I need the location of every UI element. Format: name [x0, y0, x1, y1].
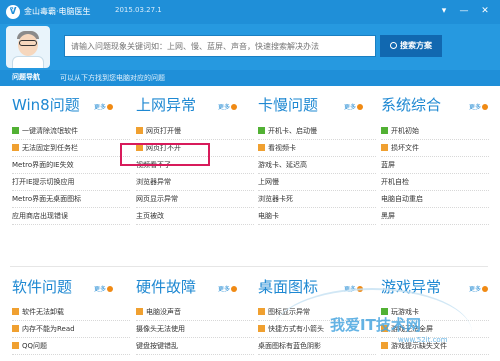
- list-item[interactable]: 软件无法卸载: [12, 304, 130, 321]
- more-arrow-icon: [231, 104, 238, 110]
- category-title: 卡慢问题: [258, 96, 319, 114]
- list-item[interactable]: 一键清除流氓软件: [12, 123, 130, 140]
- more-link[interactable]: 更多: [218, 284, 238, 293]
- close-button[interactable]: ✕: [478, 4, 492, 18]
- tag-icon: [12, 144, 19, 151]
- more-link[interactable]: 更多: [344, 102, 364, 111]
- tab-problem-navigation[interactable]: 问题导航: [12, 72, 40, 82]
- list-item[interactable]: 键盘按键错乱: [136, 338, 254, 355]
- tag-icon: [258, 144, 265, 151]
- category-title: 桌面图标: [258, 278, 319, 296]
- list-item[interactable]: 损坏文件: [381, 140, 489, 157]
- list-item[interactable]: 游戏卡、延迟高: [258, 157, 376, 174]
- more-arrow-icon: [231, 286, 238, 292]
- list-item[interactable]: 开机自检: [381, 174, 489, 191]
- nav-bar: 问题导航 可以从下方找到您电脑对应的问题: [0, 70, 500, 86]
- search-icon: [390, 42, 397, 49]
- list-item[interactable]: 开机初始: [381, 123, 489, 140]
- tag-icon: [12, 342, 19, 349]
- list-item[interactable]: 浏览器异常: [136, 174, 254, 191]
- search-input[interactable]: [64, 35, 376, 57]
- tag-icon: [136, 127, 143, 134]
- list-item[interactable]: 电脑没声音: [136, 304, 254, 321]
- more-link[interactable]: 更多: [94, 284, 114, 293]
- tag-icon: [258, 325, 265, 332]
- list-item[interactable]: 电脑卡: [258, 208, 376, 225]
- more-arrow-icon: [482, 286, 489, 292]
- app-version: 2015.03.27.1: [115, 6, 162, 14]
- list-item[interactable]: 上网慢: [258, 174, 376, 191]
- minimize-button[interactable]: —: [457, 4, 471, 18]
- list-item[interactable]: QQ问题: [12, 338, 130, 355]
- list-item[interactable]: 电脑自动重启: [381, 191, 489, 208]
- category-title: 硬件故障: [136, 278, 197, 296]
- list-item[interactable]: 黑屏: [381, 208, 489, 225]
- more-arrow-icon: [107, 104, 114, 110]
- search-button-label: 搜索方案: [400, 41, 432, 50]
- list-item[interactable]: 摄像头无法使用: [136, 321, 254, 338]
- more-link[interactable]: 更多: [469, 102, 489, 111]
- more-arrow-icon: [482, 104, 489, 110]
- more-arrow-icon: [357, 104, 364, 110]
- list-item[interactable]: 看视频卡: [258, 140, 376, 157]
- app-logo-icon: ᕓ: [6, 5, 20, 19]
- list-item[interactable]: 蓝屏: [381, 157, 489, 174]
- doctor-avatar: [6, 26, 50, 68]
- watermark-text: 我爱IT技术网: [330, 316, 421, 334]
- tag-icon: [381, 144, 388, 151]
- list-item[interactable]: Metro界面的IE失效: [12, 157, 130, 174]
- list-item[interactable]: 开机卡、启动慢: [258, 123, 376, 140]
- category-title: 上网异常: [136, 96, 197, 114]
- category-title: 系统综合: [381, 96, 442, 114]
- category-title: 软件问题: [12, 278, 73, 296]
- tag-icon: [12, 325, 19, 332]
- app-title: 金山毒霸·电脑医生: [24, 7, 91, 16]
- watermark-url: www.52it.com: [398, 336, 448, 344]
- tag-icon: [136, 308, 143, 315]
- search-button[interactable]: 搜索方案: [380, 35, 442, 57]
- more-arrow-icon: [107, 286, 114, 292]
- list-item[interactable]: 主页被改: [136, 208, 254, 225]
- tag-icon: [381, 127, 388, 134]
- menu-dropdown-icon[interactable]: ▾: [437, 4, 451, 18]
- tag-icon: [258, 127, 265, 134]
- list-item[interactable]: 应用商店出现错误: [12, 208, 130, 225]
- list-item[interactable]: 打开IE提示切换应用: [12, 174, 130, 191]
- more-link[interactable]: 更多: [218, 102, 238, 111]
- header: 搜索方案: [0, 24, 500, 70]
- title-bar: ᕓ 金山毒霸·电脑医生 2015.03.27.1 ▾ — ✕: [0, 0, 500, 24]
- list-item[interactable]: 无法固定到任务栏: [12, 140, 130, 157]
- tag-icon: [12, 308, 19, 315]
- more-link[interactable]: 更多: [94, 102, 114, 111]
- category-title: Win8问题: [12, 96, 80, 114]
- list-item[interactable]: 内存不能为Read: [12, 321, 130, 338]
- list-item[interactable]: 网页显示异常: [136, 191, 254, 208]
- tag-icon: [12, 127, 19, 134]
- list-item[interactable]: 浏览器卡死: [258, 191, 376, 208]
- more-link[interactable]: 更多: [469, 284, 489, 293]
- nav-hint: 可以从下方找到您电脑对应的问题: [60, 74, 165, 82]
- list-item[interactable]: 网页打开慢: [136, 123, 254, 140]
- list-item[interactable]: Metro界面无桌面图标: [12, 191, 130, 208]
- tag-icon: [258, 308, 265, 315]
- highlight-box: [120, 143, 210, 166]
